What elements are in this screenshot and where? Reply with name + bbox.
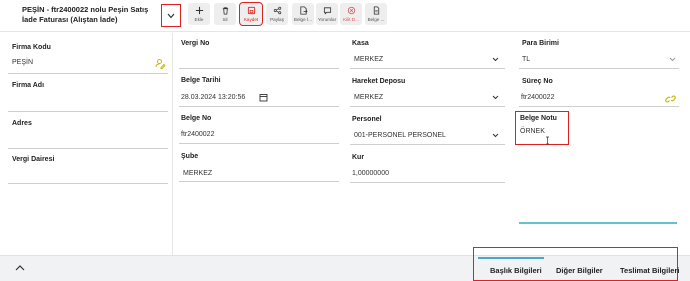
- belge-tarihi-input[interactable]: 28.03.2024 13:20:56: [181, 94, 245, 101]
- kasa-select[interactable]: MERKEZ: [354, 56, 383, 63]
- hareket-deposu-underline: [350, 106, 505, 107]
- add-button-label: Ekle: [194, 17, 204, 22]
- comment-icon: [323, 7, 331, 15]
- share-button-label: Paylaş: [270, 17, 284, 22]
- panel-divider: [172, 33, 173, 255]
- belge-no-input[interactable]: ftr2400022: [181, 131, 214, 138]
- document-send-icon: [299, 6, 308, 15]
- plus-icon: [195, 6, 203, 15]
- vergi-dairesi-underline: [8, 183, 168, 184]
- belge-no-underline: [179, 143, 339, 144]
- surec-no-label: Süreç No: [522, 78, 553, 85]
- document-button[interactable]: Belge ...: [365, 3, 387, 25]
- delete-button[interactable]: Sil: [214, 3, 236, 25]
- chevron-up-icon[interactable]: [15, 264, 25, 271]
- expand-header-button[interactable]: [161, 4, 181, 27]
- chevron-down-icon[interactable]: [492, 133, 499, 138]
- document-button-label: Belge ...: [367, 17, 385, 22]
- surec-no-underline: [519, 106, 679, 107]
- save-button-label: Kaydet: [243, 17, 259, 22]
- kur-underline: [350, 182, 505, 183]
- active-tab-indicator: [478, 257, 544, 259]
- tabs-group: [473, 247, 678, 281]
- link-icon[interactable]: [665, 94, 676, 104]
- chevron-down-icon[interactable]: [492, 95, 499, 100]
- firma-adi-underline: [8, 111, 168, 112]
- document-send-button[interactable]: Belge İ...: [292, 3, 314, 25]
- vergi-no-input[interactable]: [179, 68, 339, 69]
- chevron-down-icon[interactable]: [669, 57, 676, 62]
- firma-kodu-underline: [8, 73, 168, 74]
- firm-info-panel: Firma Kodu PEŞİN Firma Adı Adres Vergi D…: [0, 33, 172, 255]
- sube-underline: [179, 181, 339, 182]
- document-send-button-label: Belge İ...: [293, 17, 313, 22]
- surec-no-input[interactable]: ftr2400022: [521, 94, 554, 101]
- adres-label: Adres: [12, 120, 32, 127]
- tab-diger-bilgiler[interactable]: Diğer Bilgiler: [556, 266, 603, 275]
- document-header: PEŞİN - ftr2400022 nolu Peşin Satış İade…: [0, 0, 690, 32]
- adres-underline: [8, 148, 168, 149]
- kur-input[interactable]: 1,00000000: [352, 170, 389, 177]
- belge-tarihi-underline: [179, 106, 339, 107]
- hareket-deposu-select[interactable]: MERKEZ: [354, 94, 383, 101]
- comments-button-label: Yorumlar: [317, 17, 337, 22]
- tab-baslik-bilgileri[interactable]: Başlık Bilgileri: [490, 266, 542, 275]
- kasa-underline: [350, 68, 505, 69]
- chevron-down-icon[interactable]: [492, 57, 499, 62]
- belge-notu-label: Belge Notu: [520, 115, 557, 122]
- belge-notu-underline: [519, 222, 677, 224]
- para-birimi-label: Para Birimi: [522, 40, 559, 47]
- lock-circle-icon: [347, 6, 355, 15]
- vergi-dairesi-label: Vergi Dairesi: [12, 156, 55, 163]
- para-birimi-underline: [519, 68, 679, 69]
- firma-kodu-label: Firma Kodu: [12, 44, 51, 51]
- calendar-icon[interactable]: [259, 93, 268, 102]
- page-title: PEŞİN - ftr2400022 nolu Peşin Satış İade…: [22, 5, 149, 24]
- personel-select[interactable]: 001-PERSONEL PERSONEL: [354, 132, 446, 139]
- trash-icon: [222, 7, 228, 15]
- chevron-down-icon: [167, 13, 175, 18]
- belge-notu-field[interactable]: Belge Notu ÖRNEK: [515, 111, 569, 145]
- sube-label: Şube: [181, 153, 199, 160]
- firma-kodu-input[interactable]: PEŞİN: [12, 59, 33, 66]
- belge-notu-input[interactable]: ÖRNEK: [520, 128, 545, 135]
- sube-select[interactable]: MERKEZ: [183, 170, 212, 177]
- vergi-no-label: Vergi No: [181, 40, 210, 47]
- share-button[interactable]: Paylaş: [266, 3, 288, 25]
- firma-adi-label: Firma Adı: [12, 82, 45, 89]
- unlock-button-label: Kilit D...: [343, 17, 359, 22]
- belge-no-label: Belge No: [181, 115, 212, 122]
- para-birimi-select[interactable]: TL: [522, 56, 530, 63]
- document-icon: [373, 6, 379, 15]
- kasa-label: Kasa: [352, 40, 369, 47]
- tab-teslimat-bilgileri[interactable]: Teslimat Bilgileri: [620, 266, 679, 275]
- belge-tarihi-label: Belge Tarihi: [181, 77, 221, 84]
- save-button[interactable]: Kaydet: [239, 2, 263, 26]
- comments-button[interactable]: Yorumlar: [316, 3, 338, 25]
- add-button[interactable]: Ekle: [188, 3, 210, 25]
- unlock-button[interactable]: Kilit D...: [340, 3, 362, 25]
- kur-label: Kur: [352, 154, 365, 161]
- share-icon: [273, 6, 281, 15]
- text-cursor-icon: [546, 136, 549, 145]
- save-icon: [247, 6, 255, 15]
- personel-label: Personel: [352, 116, 382, 123]
- delete-button-label: Sil: [222, 17, 228, 22]
- hareket-deposu-label: Hareket Deposu: [352, 78, 406, 85]
- personel-underline: [350, 144, 505, 145]
- user-edit-icon[interactable]: [155, 58, 166, 69]
